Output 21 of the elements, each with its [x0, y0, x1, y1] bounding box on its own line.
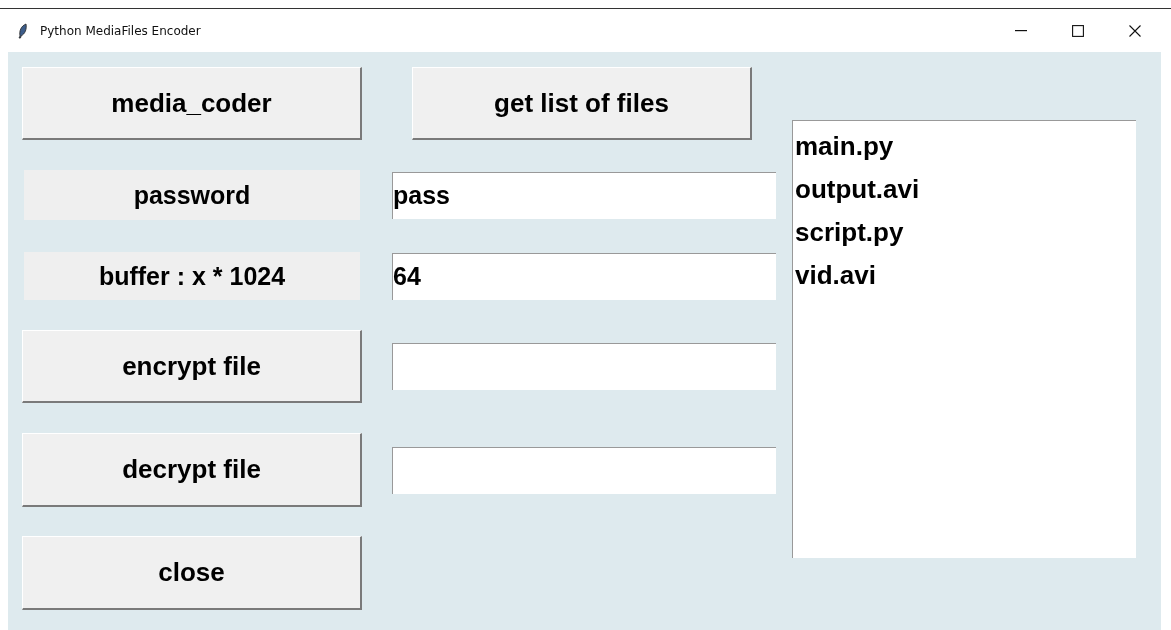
app-button[interactable]: decrypt file	[22, 433, 362, 507]
input-field[interactable]	[392, 343, 776, 390]
list-item[interactable]: main.py	[795, 125, 894, 168]
minimize-icon[interactable]	[1015, 29, 1027, 32]
app-button[interactable]: encrypt file	[22, 330, 362, 403]
app-button[interactable]: close	[22, 536, 362, 610]
list-item[interactable]: vid.avi	[795, 254, 876, 297]
list-item[interactable]: script.py	[795, 211, 904, 254]
app-button[interactable]: media_coder	[22, 67, 362, 140]
field-label: password	[24, 170, 360, 220]
maximize-icon[interactable]	[1072, 24, 1084, 37]
feather-icon	[18, 22, 28, 39]
input-field[interactable]: pass	[392, 171, 776, 219]
input-field[interactable]: 64	[392, 252, 776, 300]
list-item[interactable]: output.avi	[795, 168, 920, 211]
close-icon[interactable]	[1129, 24, 1141, 37]
field-label: buffer : x * 1024	[24, 252, 360, 300]
input-field[interactable]	[392, 446, 776, 494]
window-title: Python MediaFiles Encoder	[40, 23, 201, 38]
file-list[interactable]: main.py output.avi script.py vid.avi	[792, 120, 1136, 558]
app-button[interactable]: get list of files	[412, 67, 752, 140]
